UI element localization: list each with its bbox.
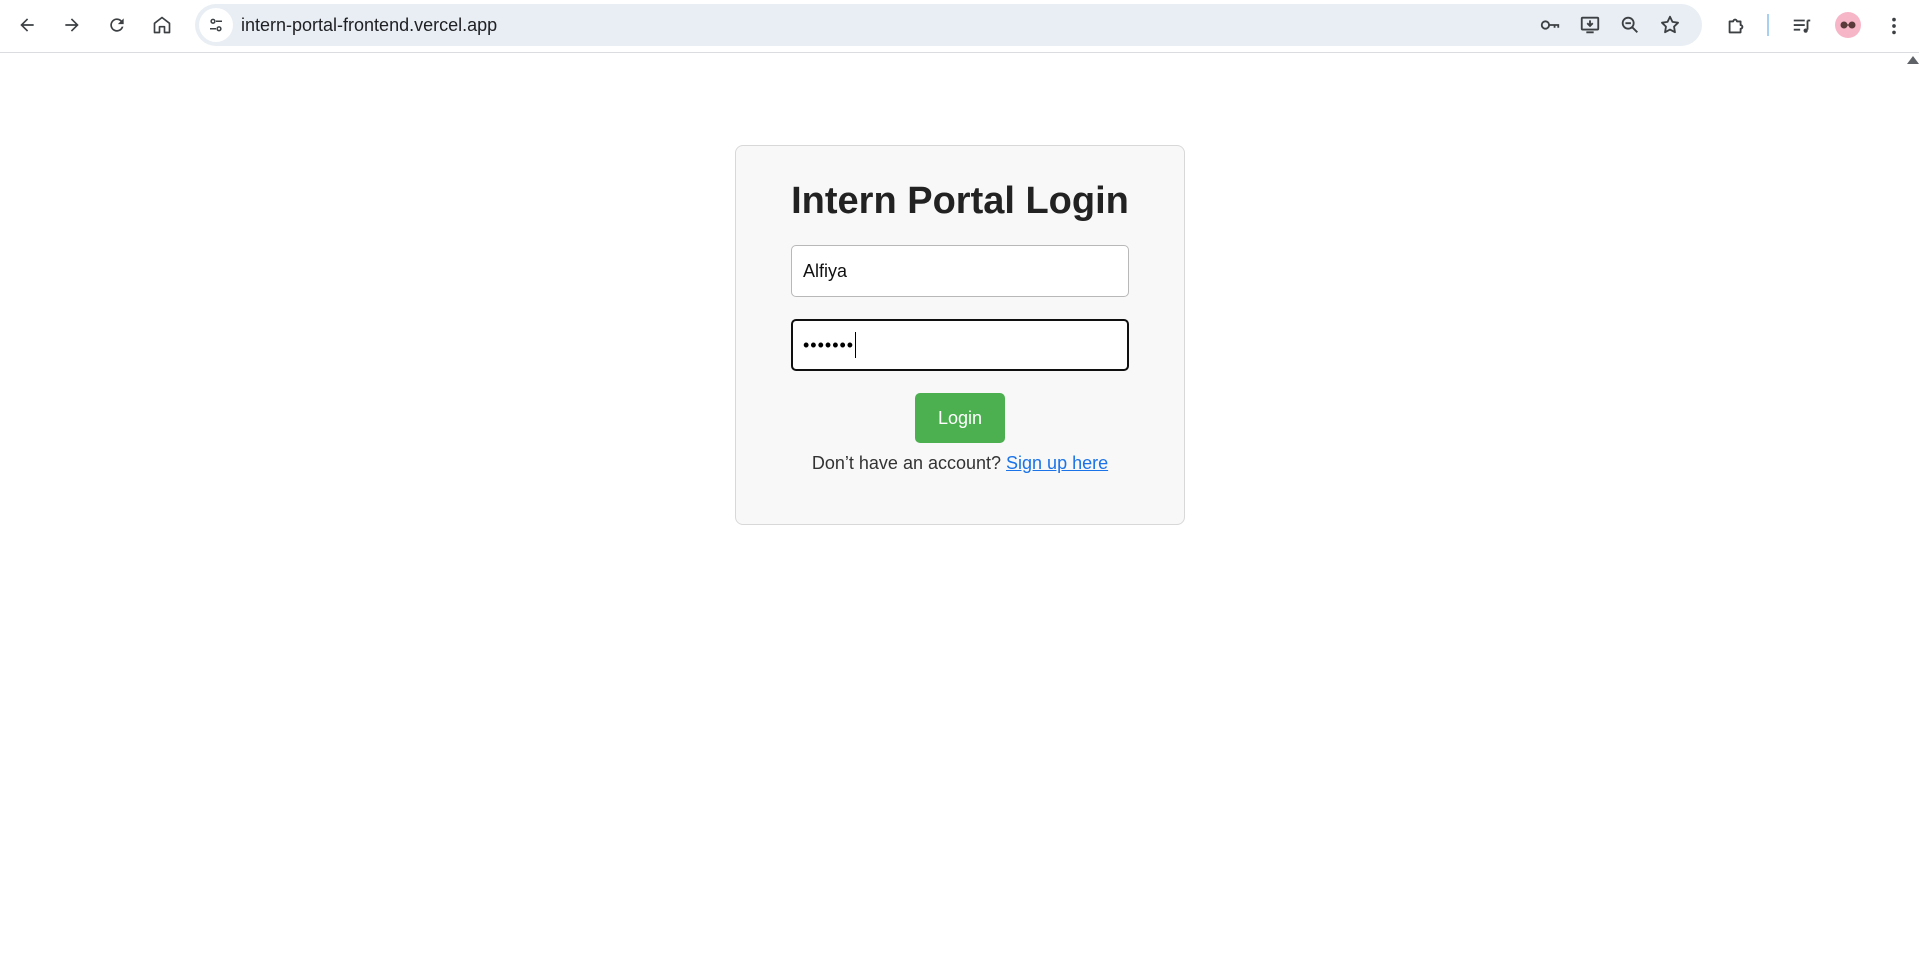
home-button[interactable] <box>145 8 179 42</box>
puzzle-icon <box>1728 18 1744 34</box>
site-info-button[interactable] <box>199 8 233 42</box>
media-controls-button[interactable] <box>1787 11 1817 41</box>
tune-icon <box>210 18 222 32</box>
password-input[interactable]: ••••••• <box>791 319 1129 371</box>
star-icon <box>1661 15 1679 34</box>
key-icon <box>1540 20 1560 30</box>
username-input[interactable]: Alfiya <box>791 245 1129 297</box>
arrow-left-icon <box>20 18 34 32</box>
install-app-button[interactable] <box>1577 12 1603 38</box>
signup-prompt: Don’t have an account? Sign up here <box>736 446 1184 480</box>
browser-toolbar: intern-portal-frontend.vercel.app <box>0 0 1919 53</box>
toolbar-divider <box>1767 14 1769 36</box>
login-card: Intern Portal Login Alfiya ••••••• Login… <box>735 145 1185 525</box>
home-icon <box>153 16 171 34</box>
signup-prompt-text: Don’t have an account? <box>811 453 1007 473</box>
scrollbar-up-arrow[interactable] <box>1907 56 1919 64</box>
reload-icon <box>110 18 124 32</box>
url-text[interactable]: intern-portal-frontend.vercel.app <box>241 4 497 46</box>
install-app-icon <box>1580 16 1600 34</box>
text-caret <box>855 332 857 358</box>
zoom-button[interactable] <box>1617 12 1643 38</box>
signup-link[interactable]: Sign up here <box>1006 453 1108 473</box>
back-button[interactable] <box>10 8 44 42</box>
avatar-icon <box>1840 21 1856 29</box>
bookmark-button[interactable] <box>1657 12 1683 38</box>
password-value: ••••••• <box>803 335 855 355</box>
reload-button[interactable] <box>100 8 134 42</box>
arrow-right-icon <box>65 18 79 32</box>
extensions-button[interactable] <box>1721 11 1751 41</box>
more-vert-icon <box>1892 17 1896 35</box>
forward-button[interactable] <box>55 8 89 42</box>
login-button[interactable]: Login <box>915 393 1005 443</box>
profile-avatar[interactable] <box>1835 12 1861 38</box>
page-title: Intern Portal Login <box>791 180 1129 222</box>
playlist-icon <box>1793 19 1811 33</box>
browser-menu-button[interactable] <box>1879 11 1909 41</box>
password-manager-button[interactable] <box>1537 12 1563 38</box>
address-bar[interactable]: intern-portal-frontend.vercel.app <box>195 4 1702 46</box>
zoom-out-icon <box>1621 16 1638 33</box>
